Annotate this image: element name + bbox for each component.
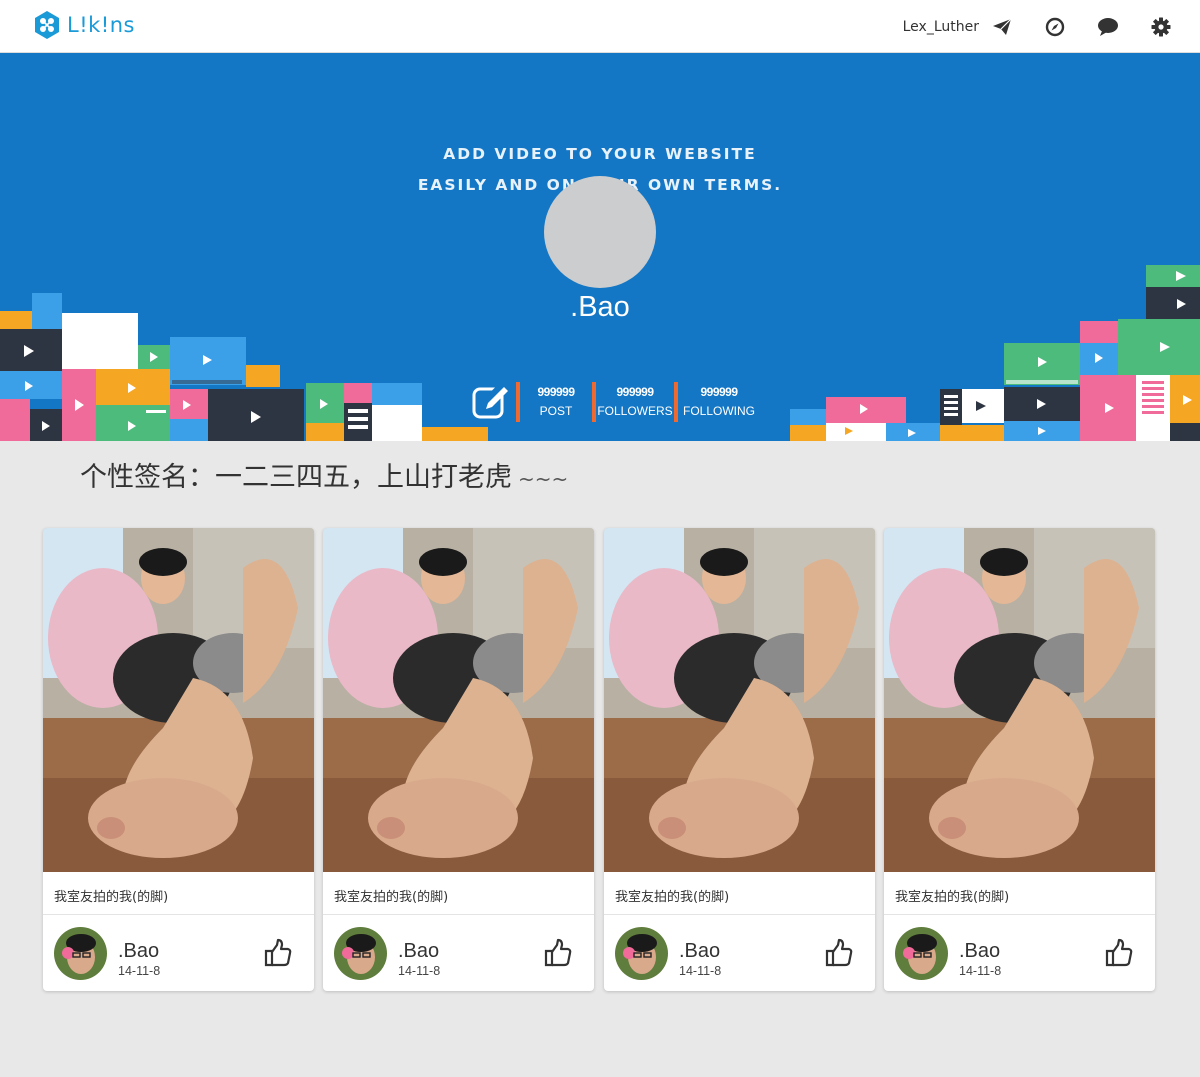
author-avatar[interactable] <box>615 927 668 980</box>
post-caption: 我室友拍的我(的脚) <box>54 890 169 905</box>
profile-name: .Bao <box>570 291 630 323</box>
username-link[interactable]: Lex_Luther <box>903 19 979 35</box>
logo[interactable]: L!k!ns <box>32 10 135 40</box>
author-name[interactable]: .Bao <box>118 940 159 962</box>
post-photo[interactable] <box>43 528 314 872</box>
like-thumbs-up-icon[interactable] <box>543 938 573 968</box>
post-card[interactable]: 我室友拍的我(的脚) .Bao 14-11-8 <box>43 528 314 991</box>
chat-icon[interactable] <box>1097 16 1119 38</box>
like-thumbs-up-icon[interactable] <box>1104 938 1134 968</box>
post-caption: 我室友拍的我(的脚) <box>615 890 730 905</box>
author-name[interactable]: .Bao <box>398 940 439 962</box>
post-date: 14-11-8 <box>398 964 441 978</box>
post-photo[interactable] <box>884 528 1155 872</box>
stat-posts[interactable]: 999999 POST <box>516 382 592 422</box>
post-caption: 我室友拍的我(的脚) <box>895 890 1010 905</box>
profile-avatar[interactable] <box>544 176 656 288</box>
divider <box>43 914 314 915</box>
post-card[interactable]: 我室友拍的我(的脚) .Bao 14-11-8 <box>604 528 875 991</box>
edit-profile-button[interactable] <box>470 382 512 422</box>
post-caption: 我室友拍的我(的脚) <box>334 890 449 905</box>
post-date: 14-11-8 <box>679 964 722 978</box>
post-photo[interactable] <box>604 528 875 872</box>
profile-stats: 999999 POST 999999 FOLLOWERS 999999 FOLL… <box>470 382 760 422</box>
post-card[interactable]: 我室友拍的我(的脚) .Bao 14-11-8 <box>884 528 1155 991</box>
gear-icon[interactable] <box>1150 16 1172 38</box>
stat-following[interactable]: 999999 FOLLOWING <box>674 382 760 422</box>
post-photo[interactable] <box>323 528 594 872</box>
following-count: 999999 <box>700 385 738 399</box>
followers-label: FOLLOWERS <box>597 404 673 418</box>
like-thumbs-up-icon[interactable] <box>263 938 293 968</box>
profile-signature: 个性签名：一二三四五，上山打老虎 ~~~ <box>80 455 568 494</box>
divider <box>323 914 594 915</box>
author-name[interactable]: .Bao <box>679 940 720 962</box>
author-name[interactable]: .Bao <box>959 940 1000 962</box>
like-thumbs-up-icon[interactable] <box>824 938 854 968</box>
following-label: FOLLOWING <box>682 404 755 418</box>
divider <box>604 914 875 915</box>
top-nav: L!k!ns Lex_Luther <box>0 0 1200 53</box>
logo-icon <box>35 11 59 39</box>
logo-text: L!k!ns <box>67 13 135 37</box>
followers-count: 999999 <box>616 385 654 399</box>
banner-tagline-line1: ADD VIDEO TO YOUR WEBSITE <box>443 145 757 163</box>
edit-icon <box>472 385 508 419</box>
stat-followers[interactable]: 999999 FOLLOWERS <box>592 382 674 422</box>
send-icon[interactable] <box>991 16 1013 38</box>
post-card[interactable]: 我室友拍的我(的脚) .Bao 14-11-8 <box>323 528 594 991</box>
nav-actions: Lex_Luther <box>903 0 1172 53</box>
post-count: 999999 <box>537 385 575 399</box>
author-avatar[interactable] <box>54 927 107 980</box>
post-label: POST <box>539 404 573 418</box>
signature-text: 个性签名：一二三四五，上山打老虎 <box>80 462 512 493</box>
author-avatar[interactable] <box>895 927 948 980</box>
author-avatar[interactable] <box>334 927 387 980</box>
divider <box>884 914 1155 915</box>
signature-suffix: ~~~ <box>518 467 569 491</box>
compass-icon[interactable] <box>1044 16 1066 38</box>
post-date: 14-11-8 <box>959 964 1002 978</box>
post-date: 14-11-8 <box>118 964 161 978</box>
profile-banner: ADD VIDEO TO YOUR WEBSITE EASILY AND ON … <box>0 53 1200 441</box>
